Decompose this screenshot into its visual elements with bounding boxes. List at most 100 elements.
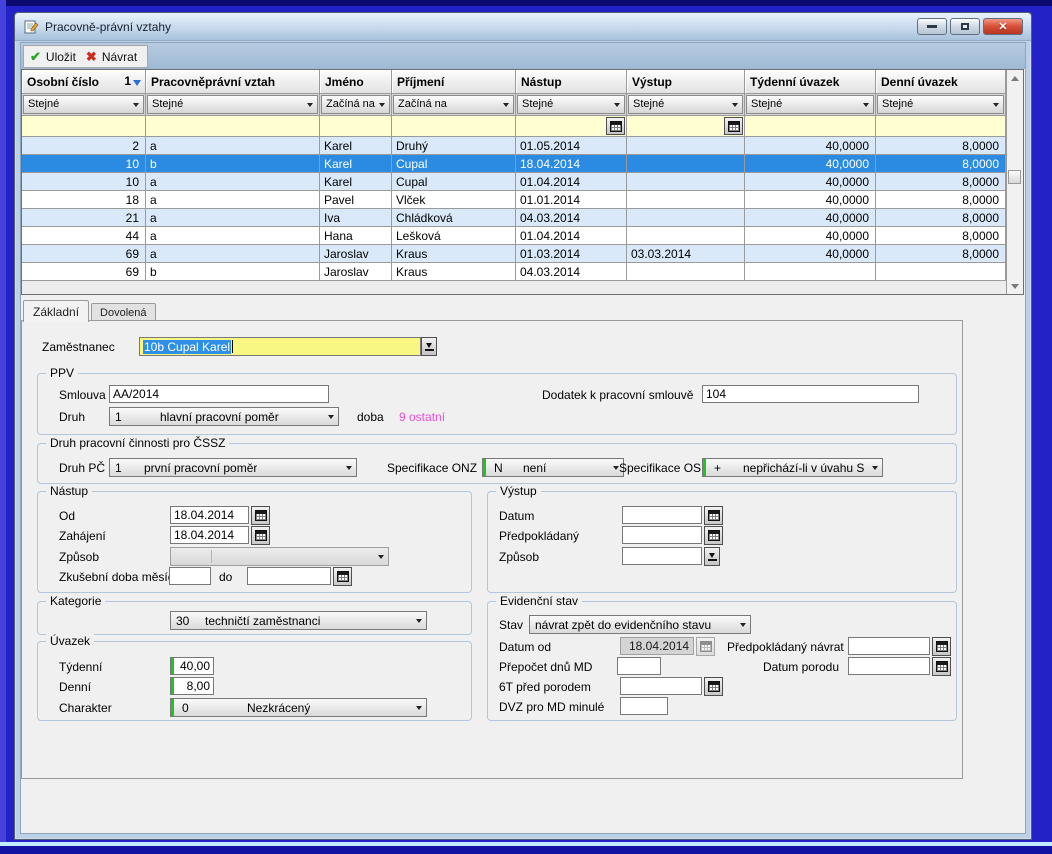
exit-date-input[interactable] (622, 506, 702, 524)
chevron-down-icon (863, 103, 869, 107)
restore-button[interactable] (950, 18, 980, 35)
column-header[interactable]: Jméno (320, 70, 392, 93)
calendar-icon (700, 641, 712, 652)
table-row[interactable]: 21aIvaChládková04.03.201440,00008,0000 (22, 209, 1006, 227)
quickfilter-input-cell[interactable] (516, 116, 627, 136)
quickfilter-input-cell[interactable] (627, 116, 745, 136)
quickfilter-input-cell[interactable] (876, 116, 1006, 136)
birth-date-calendar-button[interactable] (932, 657, 951, 676)
trial-months-input[interactable] (169, 567, 211, 585)
quickfilter-input-cell[interactable] (745, 116, 876, 136)
table-row[interactable]: 10aKarelCupal01.04.201440,00008,0000 (22, 173, 1006, 191)
table-cell: 69 (22, 263, 146, 280)
start-calendar-button[interactable] (251, 526, 270, 545)
from-date-input[interactable] (170, 506, 249, 524)
filter-mode-combo[interactable]: Stejné (147, 95, 318, 114)
from-calendar-button[interactable] (251, 506, 270, 525)
column-header[interactable]: Nástup (516, 70, 627, 93)
character-combo[interactable]: 0 Nezkrácený (170, 698, 427, 717)
dvz-input[interactable] (620, 697, 668, 715)
quickfilter-input-cell[interactable] (392, 116, 516, 136)
save-button[interactable]: ✔ Uložit (30, 49, 76, 65)
column-header[interactable]: Denní úvazek (876, 70, 1006, 93)
table-cell: Kraus (392, 245, 516, 262)
exit-method-dropdown-button[interactable] (704, 547, 720, 566)
calendar-icon (708, 681, 720, 692)
filter-mode-combo[interactable]: Stejné (628, 95, 743, 114)
tab-dovolena[interactable]: Dovolená (91, 303, 155, 321)
employee-dropdown-button[interactable] (421, 337, 437, 356)
expected-exit-input[interactable] (622, 526, 702, 544)
filter-mode-combo[interactable]: Začíná na (321, 95, 390, 114)
tab-zakladni[interactable]: Základní (23, 300, 89, 322)
column-header[interactable]: Pracovněprávní vztah (146, 70, 320, 93)
spec-os-combo[interactable]: + nepřichází-li v úvahu S (702, 458, 883, 477)
scroll-down-button[interactable] (1007, 278, 1023, 294)
filter-cell: Stejné (516, 94, 627, 115)
quickfilter-calendar-button[interactable] (724, 117, 743, 135)
back-button[interactable]: ✖ Návrat (86, 49, 137, 65)
table-cell: Cupal (392, 155, 516, 172)
table-cell: Druhý (392, 137, 516, 154)
sort-descending-icon (133, 80, 141, 86)
column-header[interactable]: Výstup (627, 70, 745, 93)
method-combo[interactable] (170, 547, 389, 566)
table-row[interactable]: 2aKarelDruhý01.05.201440,00008,0000 (22, 137, 1006, 155)
md-days-input[interactable] (617, 657, 661, 675)
column-header[interactable]: Příjmení (392, 70, 516, 93)
work-type-label: Druh PČ (59, 461, 105, 475)
filter-mode-combo[interactable]: Stejné (746, 95, 874, 114)
filter-mode-combo[interactable]: Stejné (877, 95, 1004, 114)
filter-mode-combo[interactable]: Stejné (23, 95, 144, 114)
six-weeks-input[interactable] (620, 677, 702, 695)
trial-to-input[interactable] (247, 567, 331, 585)
desktop-background (0, 0, 1052, 6)
table-cell (627, 173, 745, 190)
exit-calendar-button[interactable] (704, 506, 723, 525)
table-cell (627, 263, 745, 280)
birth-date-input[interactable] (848, 657, 930, 675)
title-bar[interactable]: Pracovně-právní vztahy ✕ (15, 13, 1031, 41)
minimize-button[interactable] (917, 18, 947, 35)
column-header[interactable]: Týdenní úvazek (745, 70, 876, 93)
expected-exit-calendar-button[interactable] (704, 526, 723, 545)
scrollbar-thumb[interactable] (1008, 170, 1021, 184)
employee-combo[interactable]: 10b Cupal Karel (139, 337, 421, 356)
vertical-scrollbar[interactable] (1006, 70, 1023, 294)
start-date-input[interactable] (170, 526, 249, 544)
table-row[interactable]: 69aJaroslavKraus01.03.201403.03.201440,0… (22, 245, 1006, 263)
category-combo[interactable]: 30 techničtí zaměstnanci (170, 611, 427, 630)
expected-return-input[interactable] (848, 637, 930, 655)
spec-onz-combo[interactable]: N není (482, 458, 624, 477)
trial-calendar-button[interactable] (333, 567, 352, 586)
expected-return-calendar-button[interactable] (932, 637, 951, 656)
start-label: Zahájení (59, 529, 106, 543)
table-row[interactable]: 69bJaroslavKraus04.03.2014 (22, 263, 1006, 281)
filter-cell: Stejné (22, 94, 146, 115)
quickfilter-calendar-button[interactable] (606, 117, 625, 135)
doba-value: 9 ostatní (399, 410, 445, 424)
quickfilter-input-cell[interactable] (146, 116, 320, 136)
table-row[interactable]: 18aPavelVlček01.01.201440,00008,0000 (22, 191, 1006, 209)
weekly-hours-input[interactable] (170, 657, 214, 675)
contract-input[interactable] (109, 385, 329, 403)
calendar-icon (255, 510, 267, 521)
filter-mode-combo[interactable]: Stejné (517, 95, 625, 114)
filter-mode-combo[interactable]: Začíná na (393, 95, 514, 114)
work-type-combo[interactable]: 1 první pracovní poměr (109, 458, 357, 477)
ppv-type-combo[interactable]: 1 hlavní pracovní poměr (109, 407, 339, 426)
table-cell: Lešková (392, 227, 516, 244)
six-weeks-calendar-button[interactable] (704, 677, 723, 696)
table-row[interactable]: 44aHanaLešková01.04.201440,00008,0000 (22, 227, 1006, 245)
close-button[interactable]: ✕ (983, 18, 1023, 35)
combo-text: Nezkrácený (247, 701, 310, 715)
column-header[interactable]: Osobní číslo1 (22, 70, 146, 93)
daily-hours-input[interactable] (170, 677, 214, 695)
quickfilter-input-cell[interactable] (22, 116, 146, 136)
exit-method-input[interactable] (622, 547, 702, 565)
table-row[interactable]: 10bKarelCupal18.04.201440,00008,0000 (22, 155, 1006, 173)
quickfilter-input-cell[interactable] (320, 116, 392, 136)
status-combo[interactable]: návrat zpět do evidenčního stavu (529, 615, 751, 634)
amendment-input[interactable] (702, 385, 919, 403)
scroll-up-button[interactable] (1007, 70, 1023, 86)
